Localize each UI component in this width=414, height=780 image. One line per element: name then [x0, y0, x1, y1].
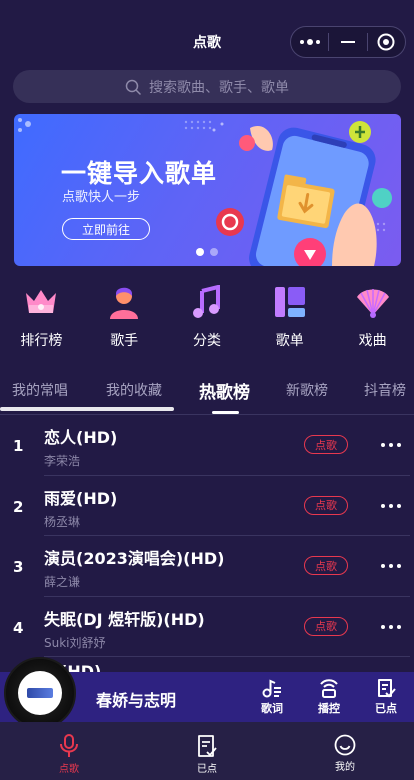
category-playlist[interactable]: 歌单 [248, 284, 331, 354]
more-options-icon[interactable] [381, 564, 401, 568]
search-placeholder: 搜索歌曲、歌手、歌单 [149, 79, 289, 96]
category-opera[interactable]: 戏曲 [331, 284, 414, 354]
song-artist: 李荣浩 [44, 454, 81, 468]
song-artist: 薛之谦 [44, 575, 81, 589]
category-ranking[interactable]: 排行榜 [0, 284, 83, 354]
ordered-songs-button[interactable]: 已点 [364, 678, 408, 716]
nav-order-songs[interactable]: 点歌 [29, 734, 109, 775]
music-note-icon [192, 285, 220, 318]
tab-new-songs[interactable]: 新歌榜 [286, 380, 328, 400]
promo-banner[interactable]: 一键导入歌单 点歌快人一步 立即前往 [14, 114, 401, 266]
order-song-button[interactable]: 点歌 [304, 616, 348, 636]
lyrics-button[interactable]: 歌词 [250, 678, 294, 716]
song-rank: 4 [13, 618, 24, 637]
list-item[interactable]: 3 演员(2023演唱会)(HD) 薛之谦 点歌 [0, 536, 414, 597]
album-cover [18, 671, 62, 715]
tabs-scrollbar[interactable] [0, 407, 174, 411]
tab-favorites[interactable]: 我的收藏 [106, 380, 162, 400]
tab-frequently-sung[interactable]: 我的常唱 [12, 380, 68, 400]
category-label: 戏曲 [358, 333, 387, 349]
song-list: 1 恋人(HD) 李荣浩 点歌 2 雨爱(HD) 杨丞琳 点歌 3 演员(202… [0, 415, 414, 657]
mini-program-capsule [290, 26, 406, 58]
banner-pager [196, 248, 218, 256]
album-logo [27, 688, 53, 698]
album-disc[interactable] [4, 657, 76, 729]
order-song-button[interactable]: 点歌 [304, 435, 348, 454]
song-rank: 3 [13, 558, 24, 576]
lyrics-icon [262, 679, 281, 698]
more-options-icon[interactable] [381, 503, 401, 508]
song-rank: 2 [13, 497, 24, 516]
fan-icon [356, 289, 389, 318]
nav-label: 我的 [335, 762, 355, 773]
checklist-icon [198, 735, 217, 757]
tab-douyin-chart[interactable]: 抖音榜 [364, 380, 406, 400]
ordered-list-icon [378, 679, 396, 698]
more-button[interactable] [291, 27, 328, 57]
nav-label: 已点 [197, 764, 217, 775]
banner-title: 一键导入歌单 [61, 159, 218, 188]
playback-control-button[interactable]: 播控 [307, 678, 351, 716]
banner-go-button[interactable]: 立即前往 [62, 218, 150, 240]
category-label: 歌手 [110, 333, 139, 349]
minimize-icon [340, 41, 355, 43]
order-song-button[interactable]: 点歌 [304, 556, 348, 575]
smiley-icon [334, 734, 356, 756]
playback-control-icon [320, 679, 338, 698]
song-title: 失眠(DJ 煜轩版)(HD) [44, 609, 205, 629]
song-title: 恋人(HD) [44, 428, 118, 447]
category-genre[interactable]: 分类 [166, 284, 249, 354]
search-input[interactable]: 搜索歌曲、歌手、歌单 [13, 70, 401, 103]
song-artist: 杨丞琳 [44, 514, 81, 529]
nav-mine[interactable]: 我的 [305, 734, 385, 773]
list-item[interactable]: 4 失眠(DJ 煜轩版)(HD) Suki刘舒妤 点歌 [0, 597, 414, 657]
now-playing-title: 春娇与志明 [96, 691, 177, 710]
category-label: 排行榜 [20, 333, 63, 349]
more-options-icon[interactable] [381, 443, 401, 447]
order-song-button[interactable]: 点歌 [304, 495, 348, 515]
more-options-icon[interactable] [381, 624, 401, 629]
pager-dot[interactable] [210, 248, 218, 256]
nav-ordered[interactable]: 已点 [167, 734, 247, 775]
category-grid: 排行榜 歌手 分类 歌单 戏曲 [0, 284, 414, 354]
nav-label: 点歌 [59, 764, 79, 775]
song-rank: 1 [13, 437, 24, 455]
row-divider [44, 656, 410, 657]
pager-dot-active[interactable] [196, 248, 204, 256]
microphone-icon [60, 734, 78, 757]
banner-subtitle: 点歌快人一步 [62, 190, 141, 205]
song-title: 演员(2023演唱会)(HD) [44, 549, 225, 568]
close-button[interactable] [368, 27, 405, 57]
bottom-navigation: 点歌 已点 我的 [0, 722, 414, 780]
crown-icon [26, 290, 57, 313]
category-singer[interactable]: 歌手 [83, 284, 166, 354]
song-artist: Suki刘舒妤 [44, 635, 106, 650]
target-close-icon [377, 33, 395, 51]
category-label: 分类 [192, 333, 221, 349]
more-dots-icon [299, 39, 320, 45]
playlist-icon [274, 287, 305, 317]
song-title: 雨爱(HD) [44, 488, 118, 508]
minimize-button[interactable] [329, 27, 366, 57]
top-bar: 点歌 [0, 0, 414, 64]
singer-icon [110, 287, 139, 319]
ordered-songs-label: 已点 [375, 702, 397, 715]
playback-control-label: 播控 [318, 702, 340, 715]
list-item[interactable]: 1 恋人(HD) 李荣浩 点歌 [0, 415, 414, 476]
list-item[interactable]: 2 雨爱(HD) 杨丞琳 点歌 [0, 476, 414, 536]
lyrics-label: 歌词 [261, 702, 283, 715]
tab-hot-songs[interactable]: 热歌榜 [199, 378, 250, 403]
search-icon [125, 79, 141, 95]
category-label: 歌单 [275, 333, 304, 349]
